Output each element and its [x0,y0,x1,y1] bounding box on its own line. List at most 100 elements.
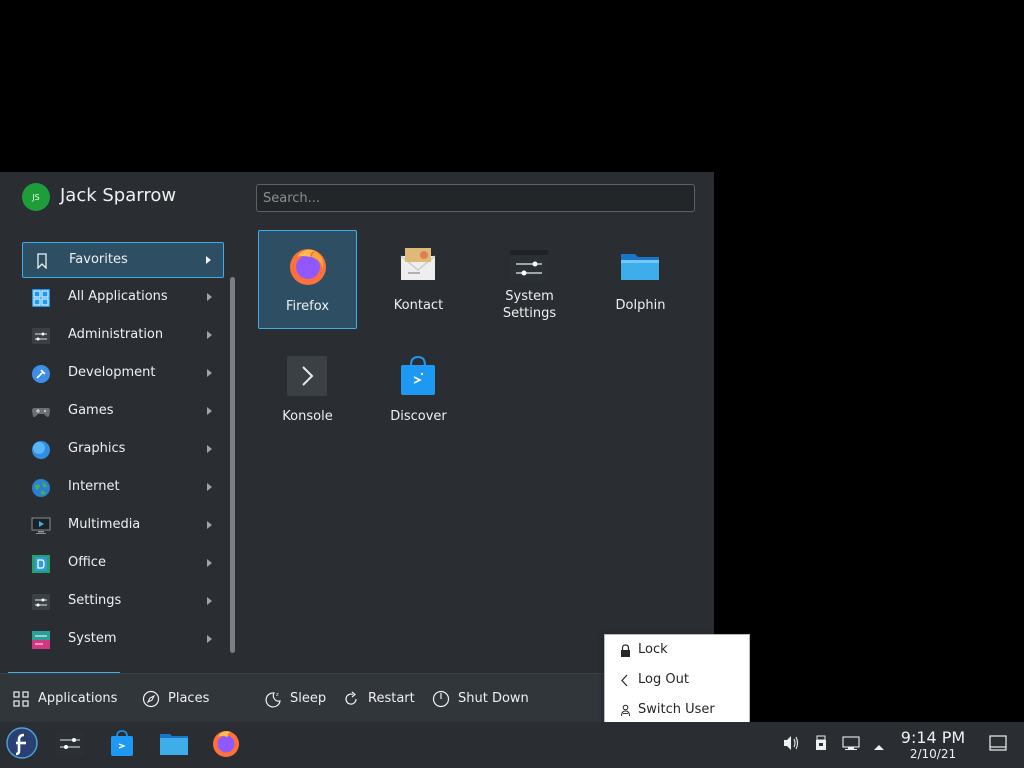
svg-text:z: z [276,692,279,698]
tray-network[interactable] [841,735,861,755]
taskbar-firefox[interactable] [209,728,243,762]
sidebar-item-development[interactable]: Development [22,356,224,392]
button-label: Restart [368,691,415,706]
system-icon [31,630,51,650]
sidebar-scrollbar[interactable] [230,277,235,653]
sidebar-item-settings[interactable]: Settings [22,584,224,620]
grid-icon [12,690,30,708]
fedora-launcher-button[interactable] [5,727,39,763]
firefox-icon [287,245,329,287]
sidebar-item-office[interactable]: Office [22,546,224,582]
terminal-icon [286,355,328,397]
app-label: Firefox [285,299,330,314]
menu-item-label: Switch User [638,702,715,717]
menu-item-lock[interactable]: Lock [605,635,749,665]
restart-button[interactable]: Restart [342,674,415,723]
show-desktop-button[interactable] [988,735,1008,755]
expand-up-icon [873,736,885,755]
firefox-icon [211,728,241,762]
chevron-right-icon [207,331,212,339]
tab-places[interactable]: Places [142,674,209,723]
tray-usb[interactable] [811,735,831,755]
avatar[interactable]: JS [22,183,50,211]
sidebar-item-label: All Applications [68,289,168,304]
clock-time: 9:14 PM [900,728,966,747]
app-system-settings[interactable]: System Settings [480,230,579,329]
gamepad-icon [31,402,51,422]
bookmark-icon [32,251,52,271]
sleep-button[interactable]: z Sleep [264,674,326,723]
app-discover[interactable]: Discover [369,341,468,440]
favorites-grid: Firefox Kontact System Settings Dolphin [240,222,714,673]
app-label: System Settings [502,289,557,321]
sidebar-item-system[interactable]: System [22,622,224,658]
sidebar-item-label: System [68,631,117,646]
shutdown-button[interactable]: Shut Down [432,674,529,723]
sidebar-item-favorites[interactable]: Favorites [22,242,224,278]
sidebar-item-graphics[interactable]: Graphics [22,432,224,468]
sidebar-item-label: Games [68,403,114,418]
chevron-right-icon [207,635,212,643]
tab-applications[interactable]: Applications [12,674,117,723]
power-icon [432,690,450,708]
show-desktop-icon [989,735,1007,755]
menu-item-label: Log Out [638,672,689,687]
chevron-right-icon [207,293,212,301]
office-icon [31,554,51,574]
kontact-icon [397,244,439,286]
monitor-icon [31,516,51,536]
category-sidebar: Favorites All Applications Administratio… [0,222,240,673]
system-settings-icon [508,244,550,286]
app-label: Konsole [282,409,333,424]
chevron-right-icon [207,521,212,529]
launcher-user-header: JS Jack Sparrow [0,172,240,222]
menu-item-log-out[interactable]: Log Out [605,665,749,695]
sidebar-item-all-applications[interactable]: All Applications [22,280,224,316]
taskbar-system-settings[interactable] [53,728,87,762]
folder-icon [159,728,189,762]
restart-icon [342,690,360,708]
sleep-icon: z [264,690,282,708]
taskbar-discover[interactable] [105,728,139,762]
tray-volume[interactable] [781,735,801,755]
desktop: JS Jack Sparrow Favorites All Applicatio… [0,0,1024,768]
app-firefox[interactable]: Firefox [258,230,357,329]
sidebar-item-label: Administration [68,327,164,342]
user-name: Jack Sparrow [60,185,177,206]
sidebar-item-label: Multimedia [68,517,141,532]
fedora-launcher-icon [6,727,38,763]
folder-icon [619,244,661,286]
chevron-right-icon [207,407,212,415]
tab-label: Places [168,691,210,706]
compass-icon [142,690,160,708]
chevron-left-icon [619,673,631,687]
chevron-right-icon [207,559,212,567]
chevron-right-icon [207,369,212,377]
system-settings-icon [55,728,85,762]
tray-expand[interactable] [869,735,889,755]
sidebar-item-label: Settings [68,593,122,608]
hammer-icon [31,364,51,384]
chevron-right-icon [207,483,212,491]
app-kontact[interactable]: Kontact [369,230,468,329]
usb-icon [815,735,827,755]
globe-icon [31,478,51,498]
app-label: Kontact [393,298,444,313]
sidebar-item-administration[interactable]: Administration [22,318,224,354]
search-input[interactable] [256,184,695,212]
chevron-right-icon [206,256,211,264]
sidebar-item-label: Graphics [68,441,126,456]
discover-bag-icon [108,729,136,761]
chevron-right-icon [207,597,212,605]
app-dolphin[interactable]: Dolphin [591,230,690,329]
menu-item-switch-user[interactable]: Switch User [605,695,749,725]
sidebar-item-internet[interactable]: Internet [22,470,224,506]
taskbar: 9:14 PM 2/10/21 [0,722,1024,768]
app-label: Dolphin [615,298,666,313]
button-label: Shut Down [458,691,529,706]
app-label: Discover [390,409,447,424]
sidebar-item-games[interactable]: Games [22,394,224,430]
sidebar-item-multimedia[interactable]: Multimedia [22,508,224,544]
taskbar-dolphin[interactable] [157,728,191,762]
app-konsole[interactable]: Konsole [258,341,357,440]
